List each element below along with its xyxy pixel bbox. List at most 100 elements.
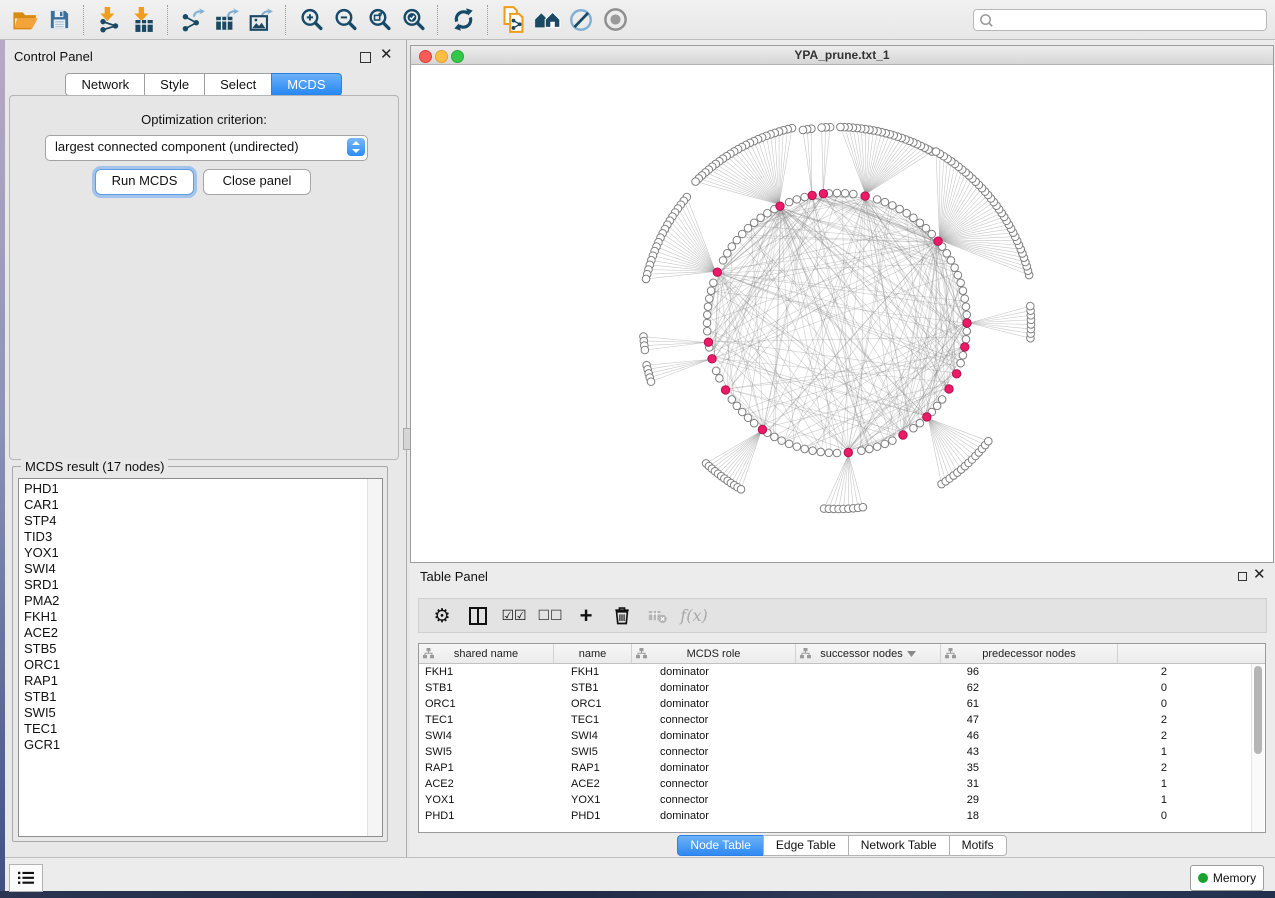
delete-column-button[interactable] xyxy=(607,602,637,630)
mcds-result-item[interactable]: FKH1 xyxy=(19,609,382,625)
select-all-button[interactable]: ☑☑ xyxy=(499,602,529,630)
tab-edge-table[interactable]: Edge Table xyxy=(763,835,849,856)
minimize-window-icon[interactable] xyxy=(435,50,448,63)
function-builder-button[interactable]: f(x) xyxy=(679,602,709,630)
tab-mcds[interactable]: MCDS xyxy=(271,73,341,96)
table-row[interactable]: SWI4SWI4dominator462 xyxy=(419,728,1265,744)
export-network-document-button[interactable] xyxy=(496,4,530,36)
export-network-icon xyxy=(180,7,206,33)
mcds-result-item[interactable]: SWI5 xyxy=(19,705,382,721)
close-panel-icon[interactable]: ✕ xyxy=(380,47,393,63)
tab-select[interactable]: Select xyxy=(204,73,272,96)
tab-network[interactable]: Network xyxy=(65,73,145,96)
mcds-result-item[interactable]: STB5 xyxy=(19,641,382,657)
export-table-button[interactable] xyxy=(210,4,244,36)
selected-option: largest connected component (undirected) xyxy=(55,139,299,154)
network-canvas[interactable] xyxy=(411,65,1273,562)
table-row[interactable]: PHD1PHD1dominator180 xyxy=(419,808,1265,824)
mcds-result-item[interactable]: TEC1 xyxy=(19,721,382,737)
run-mcds-button[interactable]: Run MCDS xyxy=(95,169,194,195)
export-image-button[interactable] xyxy=(244,4,278,36)
table-cell: dominator xyxy=(654,664,829,680)
table-row[interactable]: TEC1TEC1connector472 xyxy=(419,712,1265,728)
close-window-icon[interactable] xyxy=(419,50,432,63)
close-table-panel-icon[interactable]: ✕ xyxy=(1253,567,1266,583)
columns-icon xyxy=(468,606,488,626)
table-cell: YOX1 xyxy=(565,792,654,808)
import-network-button[interactable] xyxy=(92,4,126,36)
table-row[interactable]: STB1STB1dominator620 xyxy=(419,680,1265,696)
export-network-button[interactable] xyxy=(176,4,210,36)
table-scrollbar-thumb[interactable] xyxy=(1254,666,1262,754)
table-row[interactable]: ORC1ORC1dominator610 xyxy=(419,696,1265,712)
table-row[interactable]: FKH1FKH1dominator962 xyxy=(419,664,1265,680)
mcds-result-item[interactable]: PHD1 xyxy=(19,481,382,497)
zoom-selected-button[interactable] xyxy=(396,4,430,36)
table-cell: SWI4 xyxy=(419,728,565,744)
mcds-result-item[interactable]: RAP1 xyxy=(19,673,382,689)
task-history-button[interactable] xyxy=(9,864,43,892)
search-input[interactable] xyxy=(995,12,1262,28)
table-settings-button[interactable]: ⚙ xyxy=(427,602,457,630)
mcds-result-item[interactable]: PMA2 xyxy=(19,593,382,609)
table-cell: 46 xyxy=(829,728,985,744)
mcds-result-list[interactable]: PHD1CAR1STP4TID3YOX1SWI4SRD1PMA2FKH1ACE2… xyxy=(18,478,383,837)
delete-table-button[interactable] xyxy=(643,602,673,630)
mcds-result-group: MCDS result (17 nodes) PHD1CAR1STP4TID3Y… xyxy=(12,466,388,842)
column-header-shared-name[interactable]: shared name xyxy=(419,644,554,663)
zoom-out-button[interactable] xyxy=(328,4,362,36)
column-header-MCDS-role[interactable]: MCDS role xyxy=(632,644,796,663)
home-views-button[interactable] xyxy=(530,4,564,36)
table-row[interactable]: RAP1RAP1dominator352 xyxy=(419,760,1265,776)
float-table-panel-icon[interactable] xyxy=(1238,572,1247,581)
import-table-button[interactable] xyxy=(126,4,160,36)
column-header-name[interactable]: name xyxy=(554,644,632,663)
mcds-result-item[interactable]: ORC1 xyxy=(19,657,382,673)
tab-motifs[interactable]: Motifs xyxy=(949,835,1007,856)
mcds-result-item[interactable]: STB1 xyxy=(19,689,382,705)
optimization-criterion-select[interactable]: largest connected component (undirected) xyxy=(45,135,368,161)
show-elements-button[interactable] xyxy=(598,4,632,36)
table-cell: TEC1 xyxy=(565,712,654,728)
memory-button[interactable]: Memory xyxy=(1190,865,1264,891)
column-header-successor-nodes[interactable]: successor nodes xyxy=(796,644,941,663)
zoom-in-button[interactable] xyxy=(294,4,328,36)
table-cell: 1 xyxy=(985,744,1173,760)
close-panel-button[interactable]: Close panel xyxy=(203,169,311,195)
mcds-result-item[interactable]: GCR1 xyxy=(19,737,382,753)
table-cell: 96 xyxy=(829,664,985,680)
mcds-tab-content: Optimization criterion: largest connecte… xyxy=(9,95,399,460)
zoom-fit-button[interactable] xyxy=(362,4,396,36)
mcds-result-item[interactable]: CAR1 xyxy=(19,497,382,513)
table-cell: dominator xyxy=(654,808,829,824)
mcds-result-item[interactable]: SRD1 xyxy=(19,577,382,593)
column-header-predecessor-nodes[interactable]: predecessor nodes xyxy=(941,644,1118,663)
mcds-result-item[interactable]: STP4 xyxy=(19,513,382,529)
add-column-button[interactable]: + xyxy=(571,602,601,630)
network-window-titlebar[interactable]: YPA_prune.txt_1 xyxy=(411,46,1273,65)
tab-node-table[interactable]: Node Table xyxy=(677,835,764,856)
hide-elements-button[interactable] xyxy=(564,4,598,36)
maximize-window-icon[interactable] xyxy=(451,50,464,63)
refresh-view-button[interactable] xyxy=(446,4,480,36)
tab-network-table[interactable]: Network Table xyxy=(848,835,950,856)
table-row[interactable]: SWI5SWI5connector431 xyxy=(419,744,1265,760)
mcds-result-item[interactable]: SWI4 xyxy=(19,561,382,577)
mcds-result-item[interactable]: ACE2 xyxy=(19,625,382,641)
tab-style[interactable]: Style xyxy=(144,73,205,96)
deselect-all-button[interactable]: ☐☐ xyxy=(535,602,565,630)
table-scrollbar[interactable] xyxy=(1251,664,1264,832)
panel-split-divider[interactable] xyxy=(402,40,410,857)
split-columns-button[interactable] xyxy=(463,602,493,630)
mcds-result-item[interactable]: YOX1 xyxy=(19,545,382,561)
float-panel-icon[interactable] xyxy=(360,52,371,63)
table-row[interactable]: ACE2ACE2connector311 xyxy=(419,776,1265,792)
open-session-button[interactable] xyxy=(8,4,42,36)
table-cell: 29 xyxy=(829,792,985,808)
network-view-window: YPA_prune.txt_1 xyxy=(410,45,1274,563)
mcds-result-item[interactable]: TID3 xyxy=(19,529,382,545)
mcds-list-scrollbar[interactable] xyxy=(367,479,382,836)
save-session-button[interactable] xyxy=(42,4,76,36)
table-row[interactable]: YOX1YOX1connector291 xyxy=(419,792,1265,808)
table-cell: dominator xyxy=(654,728,829,744)
